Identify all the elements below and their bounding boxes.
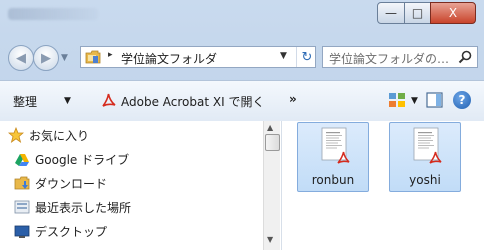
sidebar-item-downloads[interactable]: ダウンロード: [14, 172, 107, 194]
preview-pane-icon[interactable]: [426, 92, 443, 108]
recent-pages-dropdown[interactable]: ▼: [61, 53, 68, 63]
star-icon: [8, 127, 24, 143]
sidebar-item-label: お気に入り: [29, 128, 90, 143]
minimize-button[interactable]: —: [377, 2, 405, 24]
navigation-bar: ◀ ▶ ▼ ▸ 学位論文フォルダ ▼ ↻ 学位論文フォルダの…: [0, 38, 484, 74]
refresh-button[interactable]: ↻: [296, 47, 317, 67]
recent-places-icon: [14, 200, 30, 214]
desktop-icon: [14, 225, 30, 238]
content-area: お気に入り Google ドライブ ダウンロード 最近表示した場所 デスクトップ…: [0, 121, 484, 250]
pdf-file-icon: [413, 127, 442, 164]
search-input[interactable]: 学位論文フォルダの…: [329, 50, 449, 67]
refresh-icon: ↻: [301, 49, 313, 65]
scroll-up-arrow[interactable]: ▲: [267, 123, 273, 132]
view-options-dropdown[interactable]: ▼: [411, 96, 418, 106]
file-item-yoshi[interactable]: yoshi: [389, 122, 461, 192]
file-item-ronbun[interactable]: ronbun: [297, 122, 369, 192]
sidebar-item-favorites[interactable]: お気に入り: [8, 124, 89, 146]
address-chevron[interactable]: ▸: [108, 50, 113, 60]
downloads-folder-icon: [14, 176, 30, 190]
address-path[interactable]: 学位論文フォルダ: [121, 50, 217, 67]
title-bar[interactable]: — □ X: [0, 0, 484, 38]
caption-buttons: — □ X: [377, 2, 476, 24]
more-commands-button[interactable]: »: [289, 92, 297, 106]
sidebar-item-label: デスクトップ: [35, 224, 108, 239]
folder-icon: [85, 50, 101, 64]
pane-splitter[interactable]: [281, 121, 282, 250]
sidebar-item-google-drive[interactable]: Google ドライブ: [14, 148, 129, 170]
search-icon[interactable]: [458, 50, 472, 64]
sidebar-item-label: Google ドライブ: [35, 152, 130, 167]
command-bar: 整理 ▼ Adobe Acrobat XI で開く » ▼ ?: [0, 80, 484, 122]
scrollbar-thumb[interactable]: [265, 134, 280, 151]
sidebar-item-label: ダウンロード: [35, 176, 108, 191]
blurred-window-title: [8, 8, 98, 20]
back-button[interactable]: ◀: [8, 45, 34, 71]
pdf-file-icon: [321, 127, 350, 164]
address-bar[interactable]: ▸ 学位論文フォルダ ▼ ↻: [80, 46, 316, 68]
google-drive-icon: [15, 154, 29, 166]
search-box[interactable]: 学位論文フォルダの…: [322, 46, 478, 68]
sidebar-item-label: 最近表示した場所: [35, 200, 132, 215]
change-view-icon[interactable]: [388, 92, 406, 108]
forward-button[interactable]: ▶: [33, 45, 59, 71]
navigation-pane-scrollbar[interactable]: ▲ ▼: [263, 121, 280, 250]
acrobat-icon: [102, 93, 116, 107]
close-button[interactable]: X: [430, 2, 476, 24]
navigation-pane: お気に入り Google ドライブ ダウンロード 最近表示した場所 デスクトップ: [4, 121, 262, 250]
sidebar-item-desktop[interactable]: デスクトップ: [14, 220, 107, 242]
maximize-button[interactable]: □: [405, 2, 430, 24]
address-dropdown[interactable]: ▼: [280, 51, 287, 61]
help-icon[interactable]: ?: [453, 91, 471, 109]
organize-dropdown-arrow[interactable]: ▼: [64, 96, 71, 106]
open-with-acrobat-button[interactable]: Adobe Acrobat XI で開く: [121, 93, 264, 110]
file-name: ronbun: [311, 173, 355, 187]
scroll-down-arrow[interactable]: ▼: [267, 235, 273, 244]
sidebar-item-recent-places[interactable]: 最近表示した場所: [14, 196, 131, 218]
explorer-window: — □ X ◀ ▶ ▼ ▸ 学位論文フォルダ ▼ ↻ 学位論文フォルダの… 整理…: [0, 0, 484, 250]
organize-menu[interactable]: 整理: [13, 93, 37, 110]
file-name: yoshi: [409, 173, 441, 187]
